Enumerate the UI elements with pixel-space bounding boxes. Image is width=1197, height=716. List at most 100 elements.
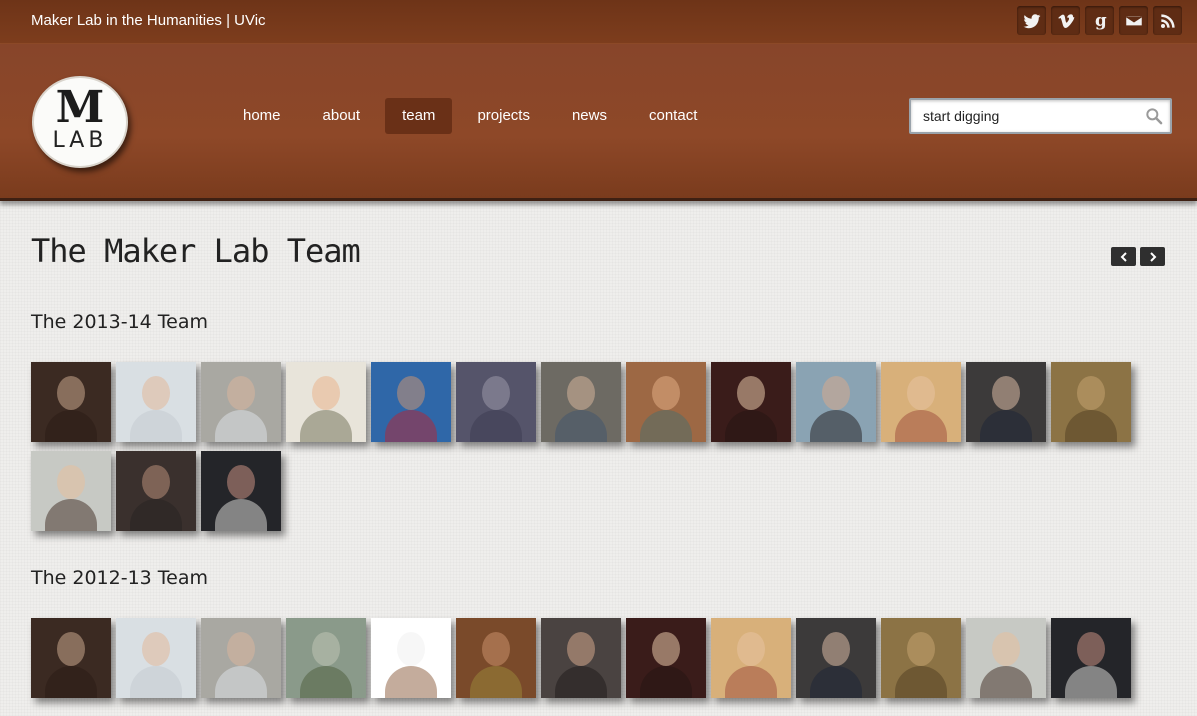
team-member-photo[interactable] <box>626 618 706 698</box>
team-member-photo[interactable] <box>881 618 961 698</box>
team-member-photo[interactable] <box>456 362 536 442</box>
photo-face <box>482 632 510 666</box>
main-header: M LAB home about team projects news cont… <box>0 44 1197 201</box>
nav-projects[interactable]: projects <box>460 98 547 134</box>
goodreads-icon[interactable]: g <box>1085 6 1114 35</box>
twitter-icon[interactable] <box>1017 6 1046 35</box>
team-member-photo[interactable] <box>31 362 111 442</box>
team-member-photo[interactable] <box>371 362 451 442</box>
nav-home[interactable]: home <box>226 98 298 134</box>
photo-face <box>397 632 425 666</box>
photo-figure <box>385 666 437 698</box>
team-member-photo[interactable] <box>31 618 111 698</box>
photo-figure <box>300 666 352 698</box>
social-links: g <box>1017 6 1182 35</box>
photo-face <box>142 465 170 499</box>
team-member-photo[interactable] <box>116 362 196 442</box>
photo-face <box>737 632 765 666</box>
team-member-photo[interactable] <box>541 362 621 442</box>
team-member-photo[interactable] <box>711 618 791 698</box>
maker-lab-logo[interactable]: M LAB <box>32 76 128 168</box>
team-member-photo[interactable] <box>201 451 281 531</box>
photo-face <box>907 376 935 410</box>
mail-icon[interactable] <box>1119 6 1148 35</box>
team-member-photo[interactable] <box>116 618 196 698</box>
pager <box>1111 247 1165 266</box>
search-box <box>909 98 1172 134</box>
nav-news[interactable]: news <box>555 98 624 134</box>
team-member-photo[interactable] <box>796 362 876 442</box>
vimeo-icon[interactable] <box>1051 6 1080 35</box>
team-member-photo[interactable] <box>116 451 196 531</box>
chevron-right-icon <box>1149 251 1156 262</box>
logo-text: LAB <box>52 128 108 153</box>
photo-figure <box>725 410 777 442</box>
photo-face <box>312 376 340 410</box>
team-member-photo[interactable] <box>796 618 876 698</box>
photo-face <box>57 465 85 499</box>
search-input[interactable] <box>921 107 1135 125</box>
photo-face <box>907 632 935 666</box>
team-member-photo[interactable] <box>286 362 366 442</box>
photo-face <box>57 632 85 666</box>
nav-about[interactable]: about <box>306 98 378 134</box>
search-icon[interactable] <box>1144 106 1164 126</box>
team-member-photo[interactable] <box>1051 618 1131 698</box>
photo-face <box>227 465 255 499</box>
photo-figure <box>45 410 97 442</box>
team-member-photo[interactable] <box>201 618 281 698</box>
photo-figure <box>130 499 182 531</box>
team-member-photo[interactable] <box>1051 362 1131 442</box>
nav-team[interactable]: team <box>385 98 453 134</box>
team-member-photo[interactable] <box>626 362 706 442</box>
team-member-photo[interactable] <box>966 362 1046 442</box>
team-member-photo[interactable] <box>711 362 791 442</box>
team-member-photo[interactable] <box>286 618 366 698</box>
photo-face <box>397 376 425 410</box>
team-member-photo[interactable] <box>201 362 281 442</box>
team-member-photo[interactable] <box>881 362 961 442</box>
photo-figure <box>640 666 692 698</box>
photo-face <box>142 632 170 666</box>
photo-figure <box>980 410 1032 442</box>
photo-face <box>822 376 850 410</box>
team-grid-2013-14 <box>31 362 1151 531</box>
section-heading-2012-13: The 2012-13 Team <box>31 567 209 589</box>
team-member-photo[interactable] <box>31 451 111 531</box>
photo-figure <box>1065 410 1117 442</box>
section-heading-2013-14: The 2013-14 Team <box>31 311 209 333</box>
photo-face <box>822 632 850 666</box>
photo-figure <box>980 666 1032 698</box>
site-title[interactable]: Maker Lab in the Humanities | UVic <box>31 12 266 29</box>
team-member-photo[interactable] <box>456 618 536 698</box>
photo-figure <box>725 666 777 698</box>
photo-face <box>567 632 595 666</box>
prev-button[interactable] <box>1111 247 1136 266</box>
photo-figure <box>895 666 947 698</box>
photo-figure <box>810 410 862 442</box>
photo-face <box>57 376 85 410</box>
photo-face <box>312 632 340 666</box>
photo-figure <box>385 410 437 442</box>
photo-face <box>1077 632 1105 666</box>
nav-contact[interactable]: contact <box>632 98 714 134</box>
photo-figure <box>470 410 522 442</box>
photo-face <box>992 376 1020 410</box>
photo-figure <box>300 410 352 442</box>
next-button[interactable] <box>1140 247 1165 266</box>
photo-face <box>227 376 255 410</box>
rss-icon[interactable] <box>1153 6 1182 35</box>
photo-figure <box>1065 666 1117 698</box>
photo-face <box>992 632 1020 666</box>
photo-figure <box>130 666 182 698</box>
logo-mark: M <box>55 82 105 133</box>
photo-figure <box>555 666 607 698</box>
photo-figure <box>555 410 607 442</box>
photo-figure <box>470 666 522 698</box>
team-member-photo[interactable] <box>966 618 1046 698</box>
team-member-photo[interactable] <box>371 618 451 698</box>
photo-figure <box>45 666 97 698</box>
photo-face <box>482 376 510 410</box>
photo-figure <box>215 499 267 531</box>
team-member-photo[interactable] <box>541 618 621 698</box>
